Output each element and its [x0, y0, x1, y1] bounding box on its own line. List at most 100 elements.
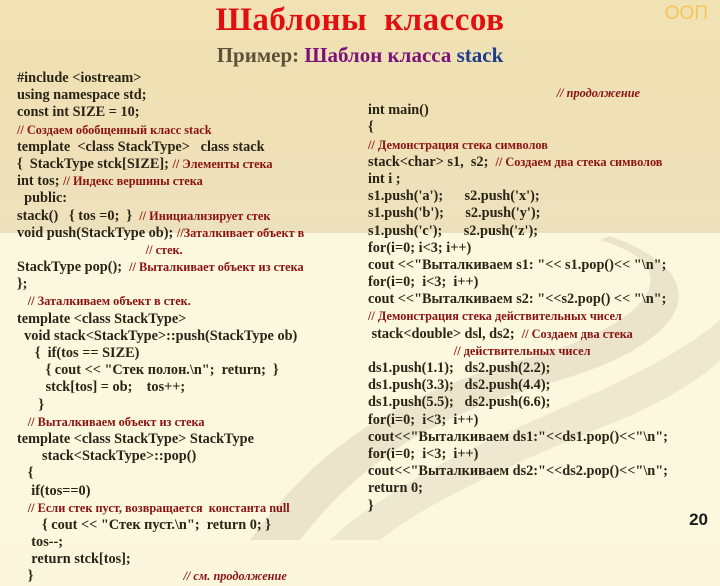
left-code-line: { cout << "Стек пуст.\n"; return 0; }: [17, 517, 304, 534]
left-code-line: { if(tos == SIZE): [17, 345, 304, 362]
code-text: { cout << "Стек полон.\n"; return; }: [45, 362, 279, 379]
code-text: ds1.push(5.5); ds2.push(6.6);: [368, 394, 551, 411]
code-comment: // действительных чисел: [453, 343, 591, 358]
left-code-line: if(tos==0): [17, 483, 304, 500]
code-comment: // Демонстрация стека действительных чис…: [368, 309, 622, 324]
code-text: using namespace std;: [17, 87, 147, 104]
code-text: {: [368, 119, 374, 136]
continuation-header-comment: // продолжение: [368, 85, 640, 102]
left-code-line: template <class StackType>: [17, 311, 304, 328]
code-text: s1.push('b'); s2.push('y');: [368, 205, 541, 222]
code-text: tos--;: [31, 534, 64, 551]
right-code-line: // Демонстрация стека действительных чис…: [368, 308, 668, 325]
left-code-line: // Заталкиваем объект в стек.: [17, 293, 304, 310]
code-text: cout<<"Выталкиваем ds2:"<<ds2.pop()<<"\n…: [368, 463, 668, 480]
right-code-line: return 0;: [368, 480, 668, 497]
code-comment: // Создаем два стека символов: [495, 154, 663, 169]
course-label: ООП: [664, 3, 708, 24]
code-text: void push(StackType ob);: [17, 224, 177, 241]
code-text: void stack<StackType>::push(StackType ob…: [24, 327, 298, 344]
right-code-line: s1.push('c'); s2.push('z');: [368, 223, 668, 240]
left-code-line: using namespace std;: [17, 87, 304, 104]
code-comment: // Индекс вершины стека: [63, 174, 203, 189]
left-code-line: } // см. продолжение: [17, 568, 304, 585]
code-comment: // Инициализирует стек: [139, 208, 271, 223]
code-comment: // продолжение: [556, 86, 640, 100]
page-number: 20: [689, 510, 708, 529]
subtitle-keyword: stack: [456, 43, 504, 67]
code-comment: // Выталкиваем объект из стека: [27, 414, 205, 429]
right-code-line: ds1.push(5.5); ds2.push(6.6);: [368, 394, 668, 411]
left-code-line: // Выталкиваем объект из стека: [17, 414, 304, 431]
right-code-line: {: [368, 119, 668, 136]
right-code-line: }: [368, 498, 668, 515]
code-text: return stck[tos];: [31, 551, 131, 568]
code-text: stack() { tos =0; }: [17, 207, 140, 224]
code-text: ds1.push(1.1); ds2.push(2.2);: [368, 360, 551, 376]
left-code-line: // стек.: [17, 242, 304, 259]
left-code-line: int tos; // Индекс вершины стека: [17, 173, 304, 190]
right-code-line: cout <<"Выталкиваем s2: "<<s2.pop() << "…: [368, 291, 668, 308]
left-code-line: stack() { tos =0; } // Инициализирует ст…: [17, 208, 304, 225]
code-comment: // Элементы стека: [172, 156, 273, 171]
right-code-line: int i ;: [368, 171, 668, 188]
code-text: { StackType stck[SIZE];: [17, 155, 173, 172]
code-text: int i ;: [368, 170, 401, 187]
code-comment: // Если стек пуст, возвращается констант…: [27, 500, 290, 515]
slide-subtitle: Пример: Шаблон класса stack: [0, 43, 720, 68]
code-text: stack<double> dsl, ds2;: [371, 325, 522, 342]
left-code-line: void push(StackType ob); //Заталкивает о…: [17, 225, 304, 242]
code-comment: // Создаем обобщенный класс stack: [17, 122, 212, 137]
code-text: {: [27, 465, 34, 482]
right-code-line: stack<double> dsl, ds2; // Создаем два с…: [368, 326, 668, 343]
code-text: { cout << "Стек пуст.\n"; return 0; }: [42, 516, 271, 533]
code-text: for(i=0; i<3; i++): [368, 274, 479, 291]
code-comment: // Выталкивает объект из стека: [129, 260, 304, 275]
right-code-line: s1.push('b'); s2.push('y');: [368, 205, 668, 222]
code-text: { if(tos == SIZE): [34, 345, 140, 361]
code-text: for(i=0; i<3; i++): [368, 445, 479, 462]
code-text: if(tos==0): [31, 482, 91, 499]
code-text: cout <<"Выталкиваем s1: "<< s1.pop()<< "…: [368, 256, 667, 273]
code-text: s1.push('a'); s2.push('x');: [368, 188, 540, 205]
code-comment: //Заталкивает объект в: [176, 225, 305, 240]
code-comment: // Демонстрация стека символов: [368, 137, 548, 152]
code-text: for(i=0; i<3; i++): [368, 411, 479, 428]
see-continuation-comment: // см. продолжение: [183, 569, 287, 584]
left-code-line: void stack<StackType>::push(StackType ob…: [17, 328, 304, 345]
code-text: ds1.push(3.3); ds2.push(4.4);: [368, 377, 551, 394]
left-code-line: public:: [17, 190, 304, 207]
code-text: }: [38, 396, 45, 413]
right-code-line: // Демонстрация стека символов: [368, 137, 668, 154]
left-code-line: // Если стек пуст, возвращается констант…: [17, 500, 304, 517]
subtitle-prefix: Пример:: [216, 43, 305, 67]
code-text: cout<<"Выталкиваем ds1:"<<ds1.pop()<<"\n…: [368, 428, 668, 445]
slide-title: Шаблоны классов: [215, 2, 505, 38]
left-code-line: stck[tos] = ob; tos++;: [17, 379, 304, 396]
right-code-line: // действительных чисел: [368, 343, 668, 360]
code-text: template <class StackType> class stack: [17, 138, 265, 155]
code-block-right: // продолжение int main(){// Демонстрация…: [368, 85, 668, 515]
code-text: const int SIZE = 10;: [17, 104, 140, 121]
code-text: #include <iostream>: [17, 70, 142, 86]
code-text: stack<char> s1, s2;: [368, 153, 496, 170]
code-text: return 0;: [368, 480, 423, 497]
left-code-line: #include <iostream>: [17, 70, 304, 87]
left-code-line: template <class StackType> class stack: [17, 139, 304, 156]
code-text: s1.push('c'); s2.push('z');: [368, 222, 538, 239]
left-code-line: StackType pop(); // Выталкивает объект и…: [17, 259, 304, 276]
code-text: template <class StackType> StackType: [17, 430, 254, 447]
code-text: int main(): [368, 102, 429, 119]
right-code-line: cout<<"Выталкиваем ds1:"<<ds1.pop()<<"\n…: [368, 429, 668, 446]
